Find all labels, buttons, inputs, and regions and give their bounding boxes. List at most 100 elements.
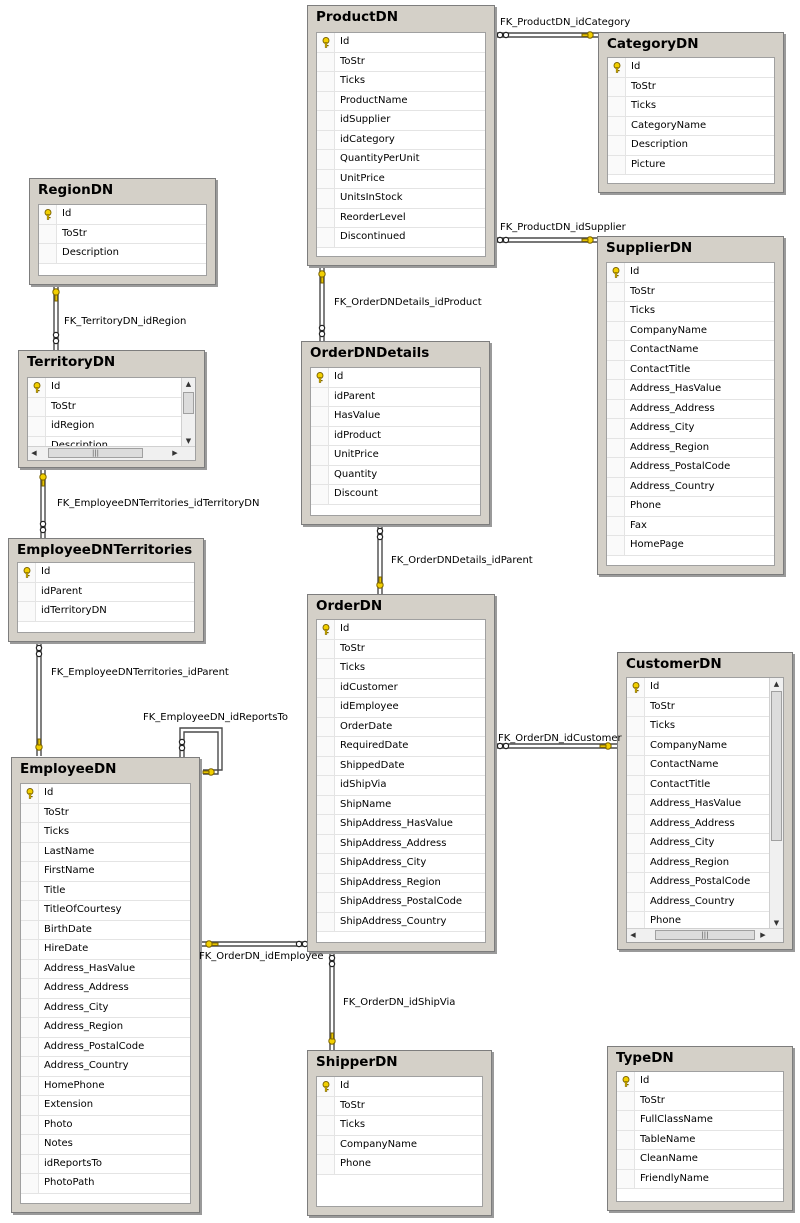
- row-selector[interactable]: [21, 803, 39, 822]
- scroll-thumb[interactable]: |||: [655, 930, 755, 940]
- row-selector[interactable]: [627, 775, 645, 794]
- row-selector[interactable]: [607, 477, 625, 496]
- row-selector[interactable]: [607, 419, 625, 438]
- column-row[interactable]: ToStr: [317, 639, 485, 659]
- scroll-up-icon[interactable]: ▲: [182, 378, 195, 390]
- column-row[interactable]: Id: [317, 620, 485, 640]
- column-row[interactable]: Ticks: [627, 717, 783, 737]
- column-row[interactable]: Address_Address: [627, 814, 783, 834]
- row-selector[interactable]: [317, 912, 335, 931]
- column-row[interactable]: ShipAddress_HasValue: [317, 815, 485, 835]
- row-selector[interactable]: [317, 854, 335, 873]
- row-selector[interactable]: [317, 1116, 335, 1135]
- row-selector[interactable]: [311, 387, 329, 406]
- row-selector[interactable]: [608, 97, 626, 116]
- row-selector[interactable]: [317, 737, 335, 756]
- row-selector[interactable]: [607, 321, 625, 340]
- column-row[interactable]: Address_PostalCode: [607, 458, 774, 478]
- row-selector[interactable]: [317, 776, 335, 795]
- row-selector[interactable]: [317, 834, 335, 853]
- row-selector[interactable]: [317, 228, 335, 247]
- table-customerdn[interactable]: CustomerDN Id ToStr Ticks CompanyName Contac…: [617, 652, 793, 950]
- row-selector[interactable]: [608, 155, 626, 174]
- table-supplierdn[interactable]: SupplierDN Id ToStr Ticks CompanyName Contac…: [597, 236, 784, 575]
- row-selector[interactable]: [21, 1018, 39, 1037]
- row-selector[interactable]: [317, 678, 335, 697]
- row-selector[interactable]: [18, 602, 36, 621]
- row-selector[interactable]: [317, 893, 335, 912]
- row-selector[interactable]: [608, 136, 626, 155]
- column-row[interactable]: Id: [608, 58, 774, 78]
- column-row[interactable]: Id: [607, 263, 774, 283]
- row-selector[interactable]: [627, 717, 645, 736]
- row-selector[interactable]: [627, 834, 645, 853]
- scroll-thumb[interactable]: [771, 691, 782, 841]
- column-row[interactable]: UnitsInStock: [317, 189, 485, 209]
- column-row[interactable]: Notes: [21, 1135, 190, 1155]
- column-row[interactable]: Address_Address: [607, 399, 774, 419]
- column-row[interactable]: OrderDate: [317, 717, 485, 737]
- column-row[interactable]: LastName: [21, 842, 190, 862]
- column-row[interactable]: QuantityPerUnit: [317, 150, 485, 170]
- column-row[interactable]: ToStr: [317, 52, 485, 72]
- column-row[interactable]: idCategory: [317, 130, 485, 150]
- row-selector[interactable]: [311, 368, 329, 387]
- row-selector[interactable]: [317, 208, 335, 227]
- row-selector[interactable]: [39, 205, 57, 224]
- row-selector[interactable]: [21, 1154, 39, 1173]
- row-selector[interactable]: [317, 33, 335, 52]
- column-row[interactable]: UnitPrice: [317, 169, 485, 189]
- fk-productdn-idsupplier-label[interactable]: FK_ProductDN_idSupplier: [500, 222, 626, 233]
- scroll-left-icon[interactable]: ◀: [627, 929, 639, 941]
- column-row[interactable]: Picture: [608, 155, 774, 175]
- row-selector[interactable]: [617, 1169, 635, 1188]
- horizontal-scrollbar[interactable]: ◀ ||| ▶: [28, 446, 195, 460]
- column-row[interactable]: RequiredDate: [317, 737, 485, 757]
- row-selector[interactable]: [311, 465, 329, 484]
- table-regiondn[interactable]: RegionDN Id ToStr Description: [29, 178, 216, 285]
- column-row[interactable]: ShipName: [317, 795, 485, 815]
- row-selector[interactable]: [317, 111, 335, 130]
- row-selector[interactable]: [607, 341, 625, 360]
- row-selector[interactable]: [28, 417, 46, 436]
- column-row[interactable]: idCustomer: [317, 678, 485, 698]
- row-selector[interactable]: [607, 399, 625, 418]
- column-row[interactable]: idRegion: [28, 417, 195, 437]
- row-selector[interactable]: [311, 407, 329, 426]
- column-row[interactable]: Address_HasValue: [627, 795, 783, 815]
- row-selector[interactable]: [607, 536, 625, 555]
- column-row[interactable]: ContactTitle: [627, 775, 783, 795]
- row-selector[interactable]: [28, 397, 46, 416]
- column-row[interactable]: Phone: [607, 497, 774, 517]
- column-row[interactable]: ShipAddress_Address: [317, 834, 485, 854]
- fk-employeedn-idreportsto-label[interactable]: FK_EmployeeDN_idReportsTo: [143, 712, 288, 723]
- row-selector[interactable]: [39, 244, 57, 263]
- row-selector[interactable]: [21, 881, 39, 900]
- row-selector[interactable]: [317, 815, 335, 834]
- row-selector[interactable]: [21, 1115, 39, 1134]
- row-selector[interactable]: [317, 756, 335, 775]
- row-selector[interactable]: [317, 91, 335, 110]
- column-row[interactable]: Address_City: [607, 419, 774, 439]
- column-row[interactable]: UnitPrice: [311, 446, 480, 466]
- column-row[interactable]: Extension: [21, 1096, 190, 1116]
- row-selector[interactable]: [317, 1135, 335, 1154]
- column-row[interactable]: Address_City: [21, 998, 190, 1018]
- column-row[interactable]: ToStr: [28, 397, 195, 417]
- column-row[interactable]: CompanyName: [627, 736, 783, 756]
- fk-orderdn-idemployee-label[interactable]: FK_OrderDN_idEmployee: [199, 951, 324, 962]
- row-selector[interactable]: [607, 263, 625, 282]
- row-selector[interactable]: [617, 1130, 635, 1149]
- row-selector[interactable]: [21, 1135, 39, 1154]
- column-row[interactable]: Address_PostalCode: [627, 873, 783, 893]
- column-row[interactable]: Id: [317, 33, 485, 53]
- column-row[interactable]: Id: [617, 1072, 783, 1092]
- row-selector[interactable]: [617, 1072, 635, 1091]
- row-selector[interactable]: [317, 1077, 335, 1096]
- column-row[interactable]: Quantity: [311, 465, 480, 485]
- column-row[interactable]: ShipAddress_City: [317, 854, 485, 874]
- column-row[interactable]: ContactTitle: [607, 360, 774, 380]
- column-row[interactable]: idEmployee: [317, 698, 485, 718]
- column-row[interactable]: BirthDate: [21, 920, 190, 940]
- row-selector[interactable]: [21, 823, 39, 842]
